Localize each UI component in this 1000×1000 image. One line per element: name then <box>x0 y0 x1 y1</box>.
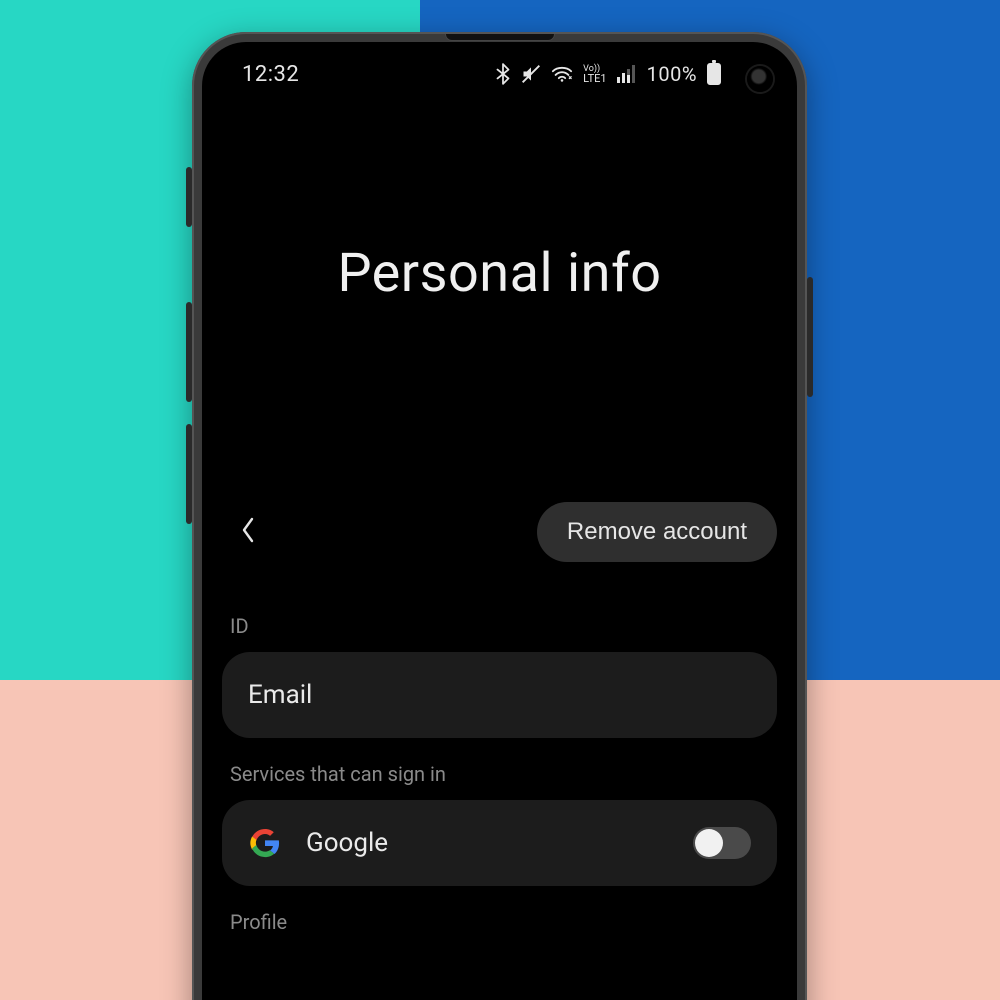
chevron-left-icon <box>238 516 258 548</box>
camera-hole <box>747 66 773 92</box>
section-services-label: Services that can sign in <box>230 762 769 786</box>
services-card: Google <box>222 800 777 886</box>
section-profile-label: Profile <box>230 910 769 934</box>
phone-screen: 12:32 <box>202 42 797 1000</box>
google-toggle[interactable] <box>693 827 751 859</box>
remove-account-button[interactable]: Remove account <box>537 502 777 562</box>
mute-icon <box>521 64 541 84</box>
status-bar: 12:32 <box>202 42 797 106</box>
section-id-label: ID <box>230 614 769 638</box>
bluetooth-icon <box>495 63 511 85</box>
signal-icon <box>617 65 637 83</box>
toggle-knob <box>695 829 723 857</box>
volume-down-hardware-button <box>186 424 192 524</box>
wifi-icon <box>551 65 573 83</box>
phone-speaker <box>445 34 555 41</box>
bixby-hardware-button <box>186 302 192 402</box>
page-title: Personal info <box>202 242 797 305</box>
battery-icon <box>707 63 721 85</box>
email-row-label: Email <box>248 680 751 710</box>
id-card: Email <box>222 652 777 738</box>
phone-frame: 12:32 <box>192 32 807 1000</box>
page-toolbar: Remove account <box>202 502 797 562</box>
google-icon <box>248 826 282 860</box>
volume-up-hardware-button <box>186 167 192 227</box>
battery-percent: 100% <box>647 62 697 86</box>
status-clock: 12:32 <box>242 62 299 87</box>
page-hero: Personal info <box>202 242 797 305</box>
power-hardware-button <box>807 277 813 397</box>
email-row[interactable]: Email <box>222 652 777 738</box>
google-row-label: Google <box>306 828 693 858</box>
volte-indicator: Vo)) LTE1 <box>583 65 606 83</box>
back-button[interactable] <box>222 506 274 558</box>
google-row[interactable]: Google <box>222 800 777 886</box>
